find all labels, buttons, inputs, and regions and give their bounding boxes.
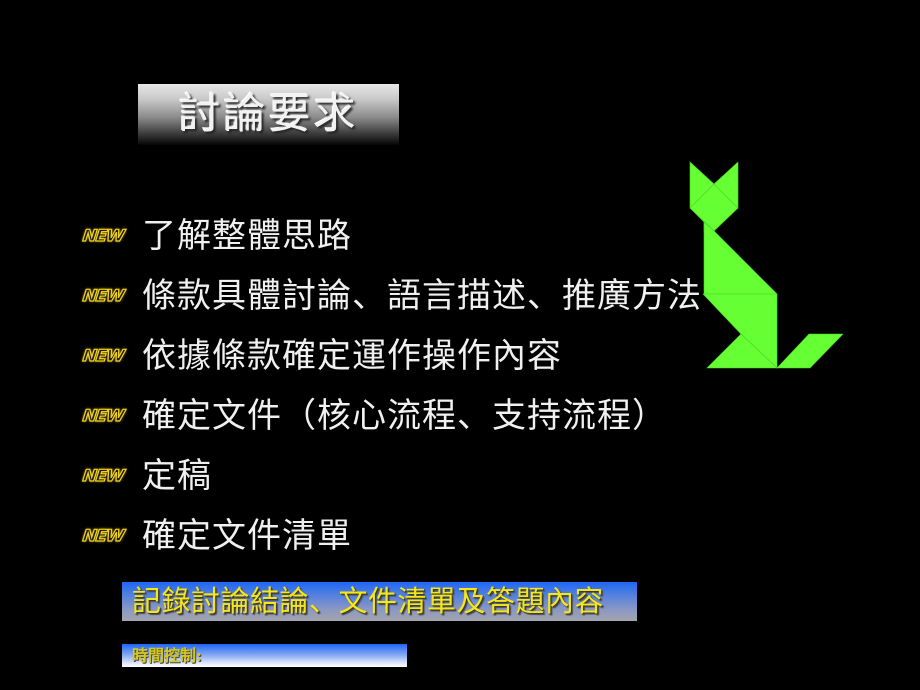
new-badge-icon: NEW [81, 225, 125, 245]
cat-tail-piece [776, 333, 844, 369]
bullet-item: NEW 了解整體思路 [81, 206, 702, 266]
bullet-item: NEW 確定文件（核心流程、支持流程） [81, 386, 702, 446]
slide-title: 討論要求 [178, 88, 359, 138]
bullet-item: NEW 確定文件清單 [81, 506, 702, 566]
bullet-text: 條款具體討論、語言描述、推廣方法 [142, 276, 702, 316]
bullet-text: 定稿 [142, 456, 212, 496]
bullet-text: 確定文件（核心流程、支持流程） [142, 396, 667, 436]
bullet-item: NEW 依據條款確定運作操作內容 [81, 326, 702, 386]
new-badge-icon: NEW [81, 465, 125, 485]
new-badge-icon: NEW [81, 285, 125, 305]
bullet-text: 依據條款確定運作操作內容 [142, 336, 562, 376]
bullet-text: 了解整體思路 [142, 216, 352, 256]
cat-body-lower-piece [702, 293, 778, 369]
new-badge-icon: NEW [81, 525, 125, 545]
cat-head-left-piece [689, 161, 715, 209]
slide: 討論要求 NEW 了解整體思路 NEW 條款具體討論、語言描述、推廣方法 NEW… [0, 0, 920, 690]
cat-body-upper-piece [703, 221, 778, 295]
cat-base-piece [706, 333, 778, 369]
bullet-item: NEW 定稿 [81, 446, 702, 506]
bullet-item: NEW 條款具體討論、語言描述、推廣方法 [81, 266, 702, 326]
conclusion-text: 記錄討論結論、文件清單及答題內容 [132, 584, 605, 618]
cat-head-right-piece [713, 161, 739, 209]
bullet-list: NEW 了解整體思路 NEW 條款具體討論、語言描述、推廣方法 NEW 依據條款… [81, 206, 702, 566]
new-badge-icon: NEW [81, 345, 125, 365]
bullet-text: 確定文件清單 [142, 516, 352, 556]
conclusion-banner: 記錄討論結論、文件清單及答題內容 [122, 582, 637, 621]
title-banner: 討論要求 [138, 84, 399, 145]
new-badge-icon: NEW [81, 405, 125, 425]
time-control-banner: 時間控制: [122, 644, 407, 667]
time-control-text: 時間控制: [132, 645, 202, 665]
